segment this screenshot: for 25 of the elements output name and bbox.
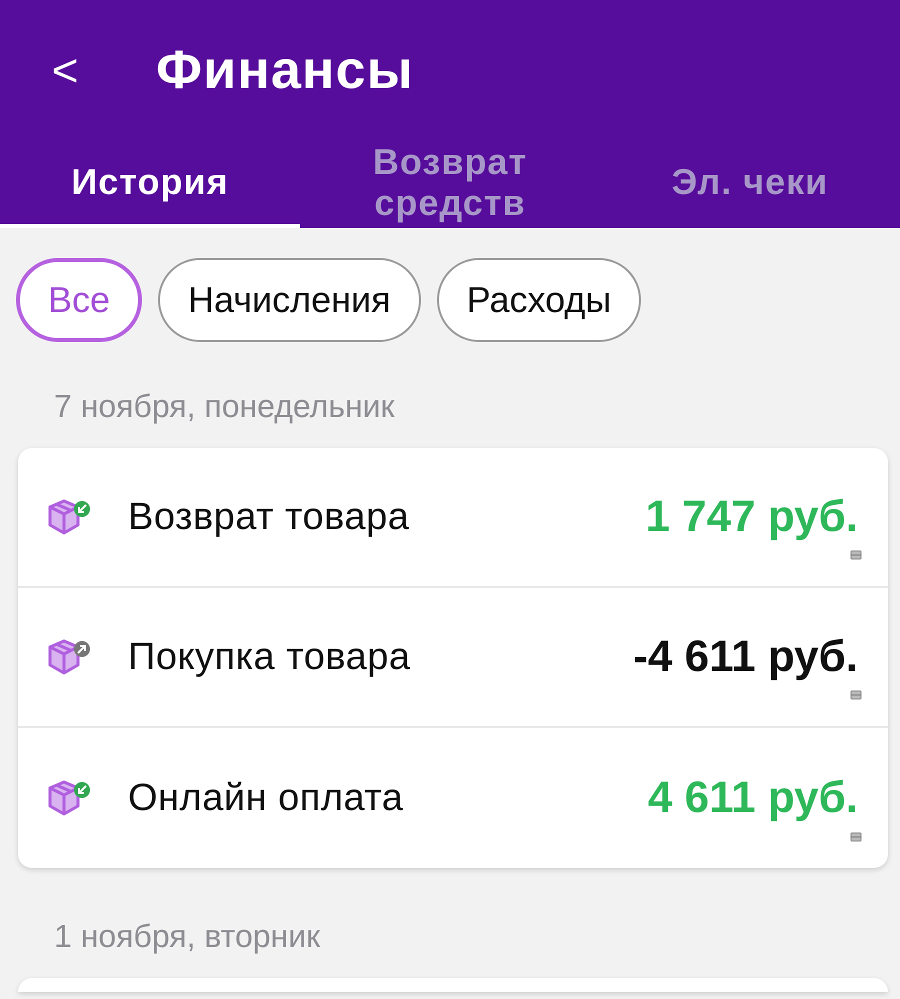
operation-amount: -4 611 руб. [633, 631, 858, 683]
operation-title: Возврат товара [128, 494, 410, 540]
receipt-icon[interactable] [850, 690, 862, 700]
screen-title: Финансы [156, 38, 414, 102]
operation-title: Онлайн оплата [128, 776, 404, 820]
parcel-icon [46, 637, 90, 677]
operation-row[interactable]: Онлайн оплата 4 611 руб. [18, 728, 888, 868]
tab[interactable]: Эл. чеки [600, 140, 900, 228]
back-button[interactable]: < [40, 47, 90, 93]
date-header: 7 ноября, понедельник [53, 387, 396, 426]
date-header: 1 ноября, вторник [53, 917, 322, 956]
operation-amount: 4 611 руб. [648, 772, 858, 824]
filter-chip[interactable]: Все [16, 258, 142, 342]
filter-chip[interactable]: Расходы [436, 258, 642, 342]
operation-amount: 1 747 руб. [645, 491, 858, 543]
filter-chip[interactable]: Начисления [158, 258, 421, 342]
receipt-icon[interactable] [850, 550, 862, 560]
parcel-icon [46, 497, 90, 537]
tab[interactable]: История [0, 140, 300, 228]
tab[interactable]: Возврат средств [300, 140, 600, 228]
operation-row[interactable]: Возврат товара 1 747 руб. [18, 448, 888, 588]
receipt-icon[interactable] [850, 832, 862, 842]
parcel-icon [46, 778, 90, 818]
operation-title: Покупка товара [128, 634, 412, 680]
operation-row[interactable]: Покупка товара -4 611 руб. [18, 588, 888, 728]
